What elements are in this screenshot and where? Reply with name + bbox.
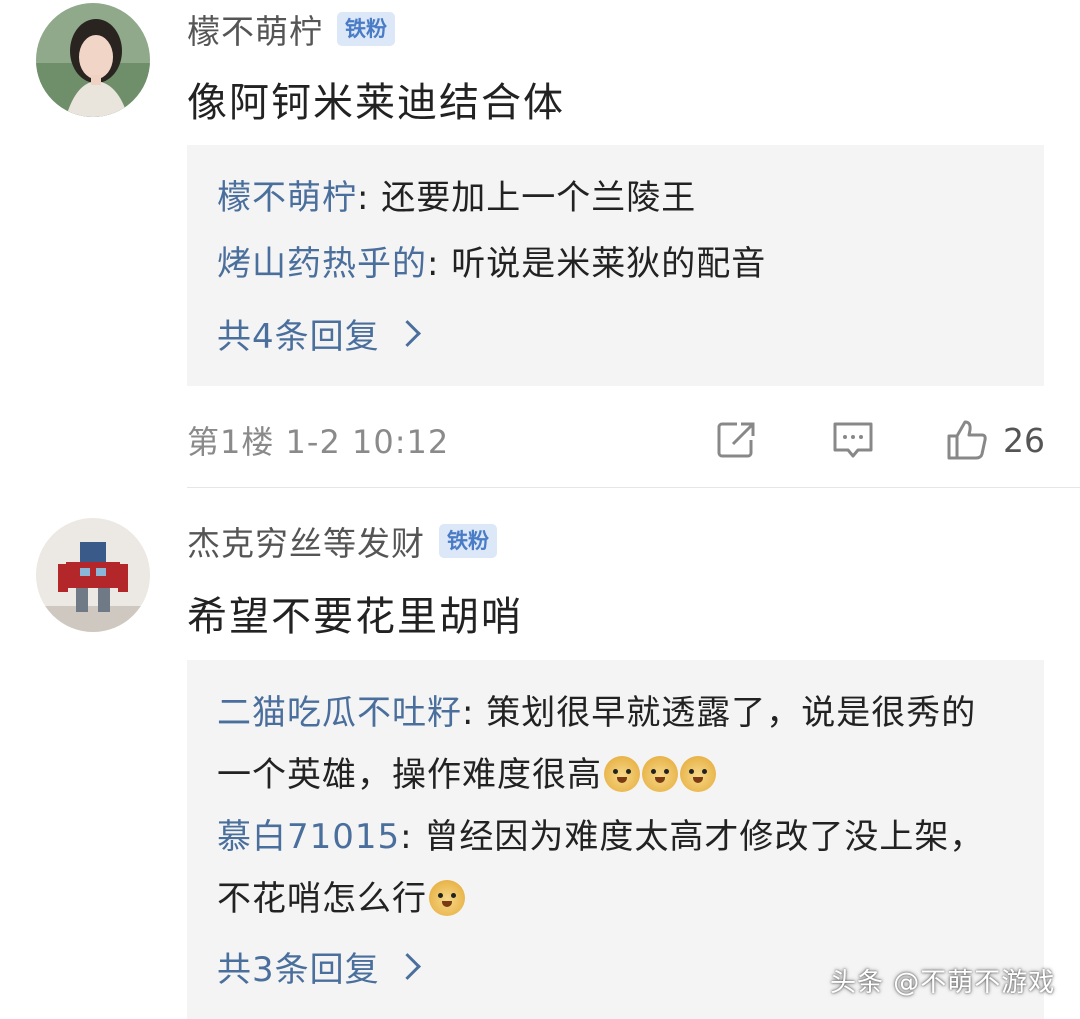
reply-text: : 听说是米莱狄的配音 (427, 244, 767, 284)
watermark: 头条 @不萌不游戏 (830, 968, 1056, 998)
doge-emoji-icon (604, 756, 640, 792)
share-icon[interactable] (715, 418, 759, 462)
avatar[interactable] (36, 518, 150, 632)
fan-badge: 铁粉 (337, 12, 395, 46)
comment-icon[interactable] (831, 418, 875, 462)
doge-emoji-icon (642, 756, 678, 792)
comment-meta: 第1楼 1-2 10:12 26 (187, 415, 1045, 465)
doge-emoji-icon (680, 756, 716, 792)
reply-item: 二猫吃瓜不吐籽: 策划很早就透露了，说是很秀的一个英雄，操作难度很高 (217, 682, 1004, 806)
more-replies-link[interactable]: 共3条回复 (217, 942, 421, 991)
comment-text: 希望不要花里胡哨 (187, 594, 523, 640)
more-replies-label: 共4条回复 (217, 317, 380, 357)
comment-actions: 26 (665, 415, 1045, 465)
username[interactable]: 檬不萌柠 (187, 5, 323, 53)
floor-time: 第1楼 1-2 10:12 (187, 423, 450, 461)
reply-text: : 还要加上一个兰陵王 (357, 178, 697, 218)
reply-author[interactable]: 慕白71015 (217, 817, 400, 857)
username[interactable]: 杰克穷丝等发财 (187, 517, 425, 565)
chevron-right-icon (393, 320, 421, 347)
user-meta: 檬不萌柠 铁粉 (187, 4, 395, 54)
thumbs-up-icon[interactable] (945, 418, 989, 462)
reply-item: 烤山药热乎的: 听说是米莱狄的配音 (217, 233, 1004, 295)
like-count: 26 (1003, 420, 1045, 460)
doge-emoji-icon (429, 880, 465, 916)
comment-item: 杰克穷丝等发财 铁粉 希望不要花里胡哨 二猫吃瓜不吐籽: 策划很早就透露了，说是… (0, 488, 1080, 1019)
reply-box[interactable]: 檬不萌柠: 还要加上一个兰陵王 烤山药热乎的: 听说是米莱狄的配音 共4条回复 (187, 145, 1044, 386)
avatar[interactable] (36, 3, 150, 117)
chevron-right-icon (393, 953, 421, 980)
reply-item: 檬不萌柠: 还要加上一个兰陵王 (217, 167, 1004, 229)
comment-item: 檬不萌柠 铁粉 像阿钶米莱迪结合体 檬不萌柠: 还要加上一个兰陵王 烤山药热乎的… (0, 0, 1080, 488)
more-replies-label: 共3条回复 (217, 950, 380, 990)
more-replies-link[interactable]: 共4条回复 (217, 309, 421, 358)
fan-badge: 铁粉 (439, 524, 497, 558)
reply-item: 慕白71015: 曾经因为难度太高才修改了没上架，不花哨怎么行 (217, 806, 1004, 930)
reply-author[interactable]: 檬不萌柠 (217, 178, 357, 218)
reply-author[interactable]: 二猫吃瓜不吐籽 (217, 693, 462, 733)
user-meta: 杰克穷丝等发财 铁粉 (187, 516, 497, 566)
comment-text: 像阿钶米莱迪结合体 (187, 80, 565, 126)
reply-author[interactable]: 烤山药热乎的 (217, 244, 427, 284)
